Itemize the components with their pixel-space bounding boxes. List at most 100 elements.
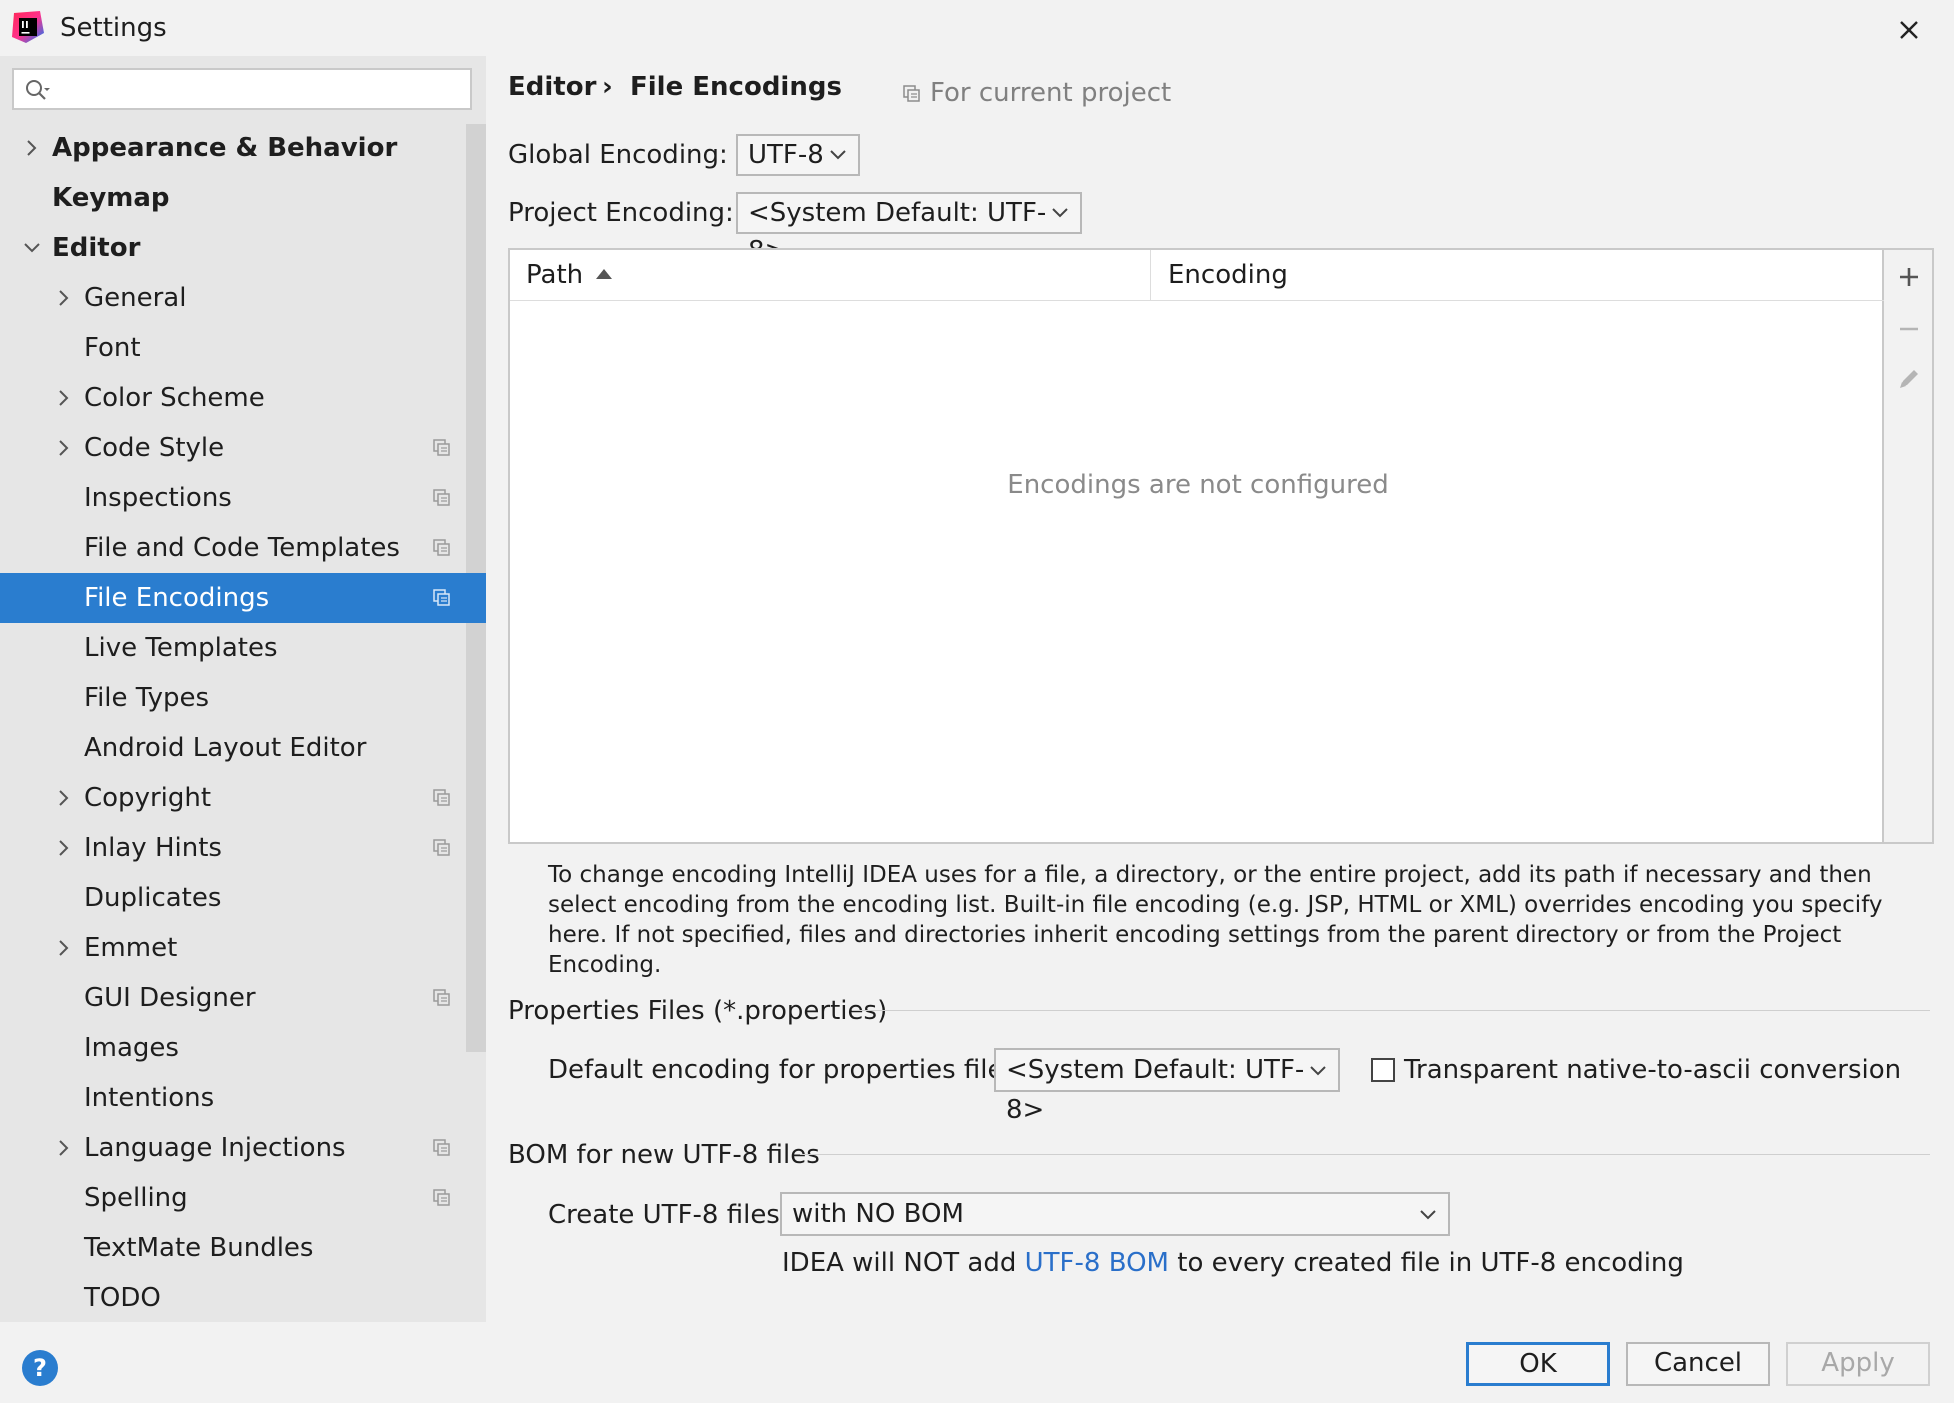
sidebar-item-emmet[interactable]: Emmet xyxy=(0,923,466,973)
column-header-encoding[interactable]: Encoding xyxy=(1168,250,1288,300)
sidebar-item-todo[interactable]: TODO xyxy=(0,1273,466,1323)
encoding-help-text: To change encoding IntelliJ IDEA uses fo… xyxy=(548,862,1883,978)
transparent-conversion-label[interactable]: Transparent native-to-ascii conversion xyxy=(1404,1055,1901,1085)
sidebar-item-label: Editor xyxy=(52,233,141,263)
chevron-right-icon[interactable] xyxy=(54,1138,74,1158)
chevron-right-icon[interactable] xyxy=(54,838,74,858)
create-utf8-label: Create UTF-8 files: xyxy=(548,1200,789,1230)
project-scope-icon xyxy=(903,85,920,102)
transparent-conversion-checkbox[interactable] xyxy=(1371,1058,1395,1082)
chevron-right-icon[interactable] xyxy=(22,138,42,158)
properties-section-title: Properties Files (*.properties) xyxy=(508,996,888,1026)
project-scope-icon xyxy=(433,789,450,806)
sidebar-item-label: Keymap xyxy=(52,183,170,213)
project-scope-icon xyxy=(433,589,450,606)
apply-button[interactable]: Apply xyxy=(1786,1342,1930,1386)
settings-search-box[interactable] xyxy=(12,68,472,110)
intellij-logo-icon xyxy=(12,11,44,43)
sidebar-item-label: Inspections xyxy=(84,483,232,513)
sidebar-item-label: TODO xyxy=(84,1283,161,1313)
sidebar-item-language-injections[interactable]: Language Injections xyxy=(0,1123,466,1173)
bom-section-divider xyxy=(800,1154,1930,1155)
ok-button[interactable]: OK xyxy=(1466,1342,1610,1386)
column-header-path[interactable]: Path xyxy=(526,250,583,300)
project-scope-icon xyxy=(433,839,450,856)
cancel-button[interactable]: Cancel xyxy=(1626,1342,1770,1386)
search-input[interactable] xyxy=(56,72,470,108)
breadcrumb-parent[interactable]: Editor xyxy=(508,72,596,102)
chevron-right-icon[interactable] xyxy=(54,388,74,408)
sidebar-item-intentions[interactable]: Intentions xyxy=(0,1073,466,1123)
chevron-down-icon[interactable] xyxy=(22,238,42,258)
chevron-right-icon[interactable] xyxy=(54,788,74,808)
sidebar-item-textmate-bundles[interactable]: TextMate Bundles xyxy=(0,1223,466,1273)
sidebar-item-label: GUI Designer xyxy=(84,983,256,1013)
sidebar-item-label: Live Templates xyxy=(84,633,278,663)
sidebar-item-label: Images xyxy=(84,1033,179,1063)
pencil-icon[interactable] xyxy=(1894,364,1924,394)
column-divider[interactable] xyxy=(1150,250,1151,300)
sidebar-item-general[interactable]: General xyxy=(0,273,466,323)
help-button[interactable]: ? xyxy=(22,1350,58,1386)
sidebar-item-copyright[interactable]: Copyright xyxy=(0,773,466,823)
sidebar-item-file-encodings[interactable]: File Encodings xyxy=(0,573,486,623)
properties-encoding-select[interactable]: <System Default: UTF-8> xyxy=(994,1048,1340,1125)
project-scope-icon xyxy=(433,1139,450,1156)
sidebar-item-appearance-behavior[interactable]: Appearance & Behavior xyxy=(0,123,466,173)
global-encoding-select[interactable]: UTF-8 xyxy=(736,134,860,176)
chevron-down-icon xyxy=(1310,1066,1326,1076)
sidebar-item-font[interactable]: Font xyxy=(0,323,466,373)
chevron-right-icon[interactable] xyxy=(54,938,74,958)
breadcrumb-separator: › xyxy=(602,72,613,102)
project-scope-icon xyxy=(433,439,450,456)
chevron-right-icon[interactable] xyxy=(54,438,74,458)
sidebar-item-code-style[interactable]: Code Style xyxy=(0,423,466,473)
sidebar-item-editor[interactable]: Editor xyxy=(0,223,466,273)
sidebar-item-label: Color Scheme xyxy=(84,383,265,413)
project-encoding-label: Project Encoding: xyxy=(508,198,734,228)
sidebar-item-images[interactable]: Images xyxy=(0,1023,466,1073)
sidebar-item-label: Appearance & Behavior xyxy=(52,133,398,163)
breadcrumb-current: File Encodings xyxy=(630,72,842,102)
sidebar-item-label: Spelling xyxy=(84,1183,188,1213)
sidebar-item-keymap[interactable]: Keymap xyxy=(0,173,466,223)
sidebar-item-file-and-code-templates[interactable]: File and Code Templates xyxy=(0,523,466,573)
chevron-down-icon xyxy=(1420,1210,1436,1220)
utf8-bom-link[interactable]: UTF-8 BOM xyxy=(1025,1248,1169,1278)
sidebar-item-file-types[interactable]: File Types xyxy=(0,673,466,723)
bom-info-prefix: IDEA will NOT add xyxy=(782,1248,1025,1278)
project-scope-icon xyxy=(433,489,450,506)
bom-select[interactable]: with NO BOM xyxy=(780,1192,1450,1236)
sidebar-item-label: Font xyxy=(84,333,141,363)
sidebar-item-spelling[interactable]: Spelling xyxy=(0,1173,466,1223)
table-toolbar xyxy=(1884,248,1934,844)
sidebar-item-label: File Encodings xyxy=(84,583,270,613)
minus-icon[interactable] xyxy=(1894,314,1924,344)
sidebar-item-color-scheme[interactable]: Color Scheme xyxy=(0,373,466,423)
sidebar-item-label: Duplicates xyxy=(84,883,222,913)
window-title: Settings xyxy=(60,13,167,43)
sidebar-item-label: Language Injections xyxy=(84,1133,346,1163)
chevron-right-icon[interactable] xyxy=(54,288,74,308)
sidebar-item-gui-designer[interactable]: GUI Designer xyxy=(0,973,466,1023)
properties-section-divider xyxy=(852,1010,1930,1011)
bom-info-suffix: to every created file in UTF-8 encoding xyxy=(1168,1248,1684,1278)
sidebar-item-android-layout-editor[interactable]: Android Layout Editor xyxy=(0,723,466,773)
sidebar-item-live-templates[interactable]: Live Templates xyxy=(0,623,466,673)
file-encodings-table[interactable]: Path Encoding Encodings are not configur… xyxy=(508,248,1886,844)
sidebar-item-label: Code Style xyxy=(84,433,225,463)
sidebar-item-label: General xyxy=(84,283,187,313)
plus-icon[interactable] xyxy=(1894,262,1924,292)
sort-ascending-icon xyxy=(596,269,612,279)
sidebar-item-inlay-hints[interactable]: Inlay Hints xyxy=(0,823,466,873)
sidebar-item-label: Intentions xyxy=(84,1083,215,1113)
sidebar-item-inspections[interactable]: Inspections xyxy=(0,473,466,523)
table-header: Path Encoding xyxy=(510,250,1886,301)
project-encoding-select[interactable]: <System Default: UTF-8> xyxy=(736,192,1082,266)
project-scope-icon xyxy=(433,989,450,1006)
sidebar-item-label: File Types xyxy=(84,683,210,713)
title-bar: Settings xyxy=(0,0,1954,56)
sidebar-item-duplicates[interactable]: Duplicates xyxy=(0,873,466,923)
sidebar-item-label: TextMate Bundles xyxy=(84,1233,314,1263)
close-icon[interactable] xyxy=(1889,10,1929,50)
